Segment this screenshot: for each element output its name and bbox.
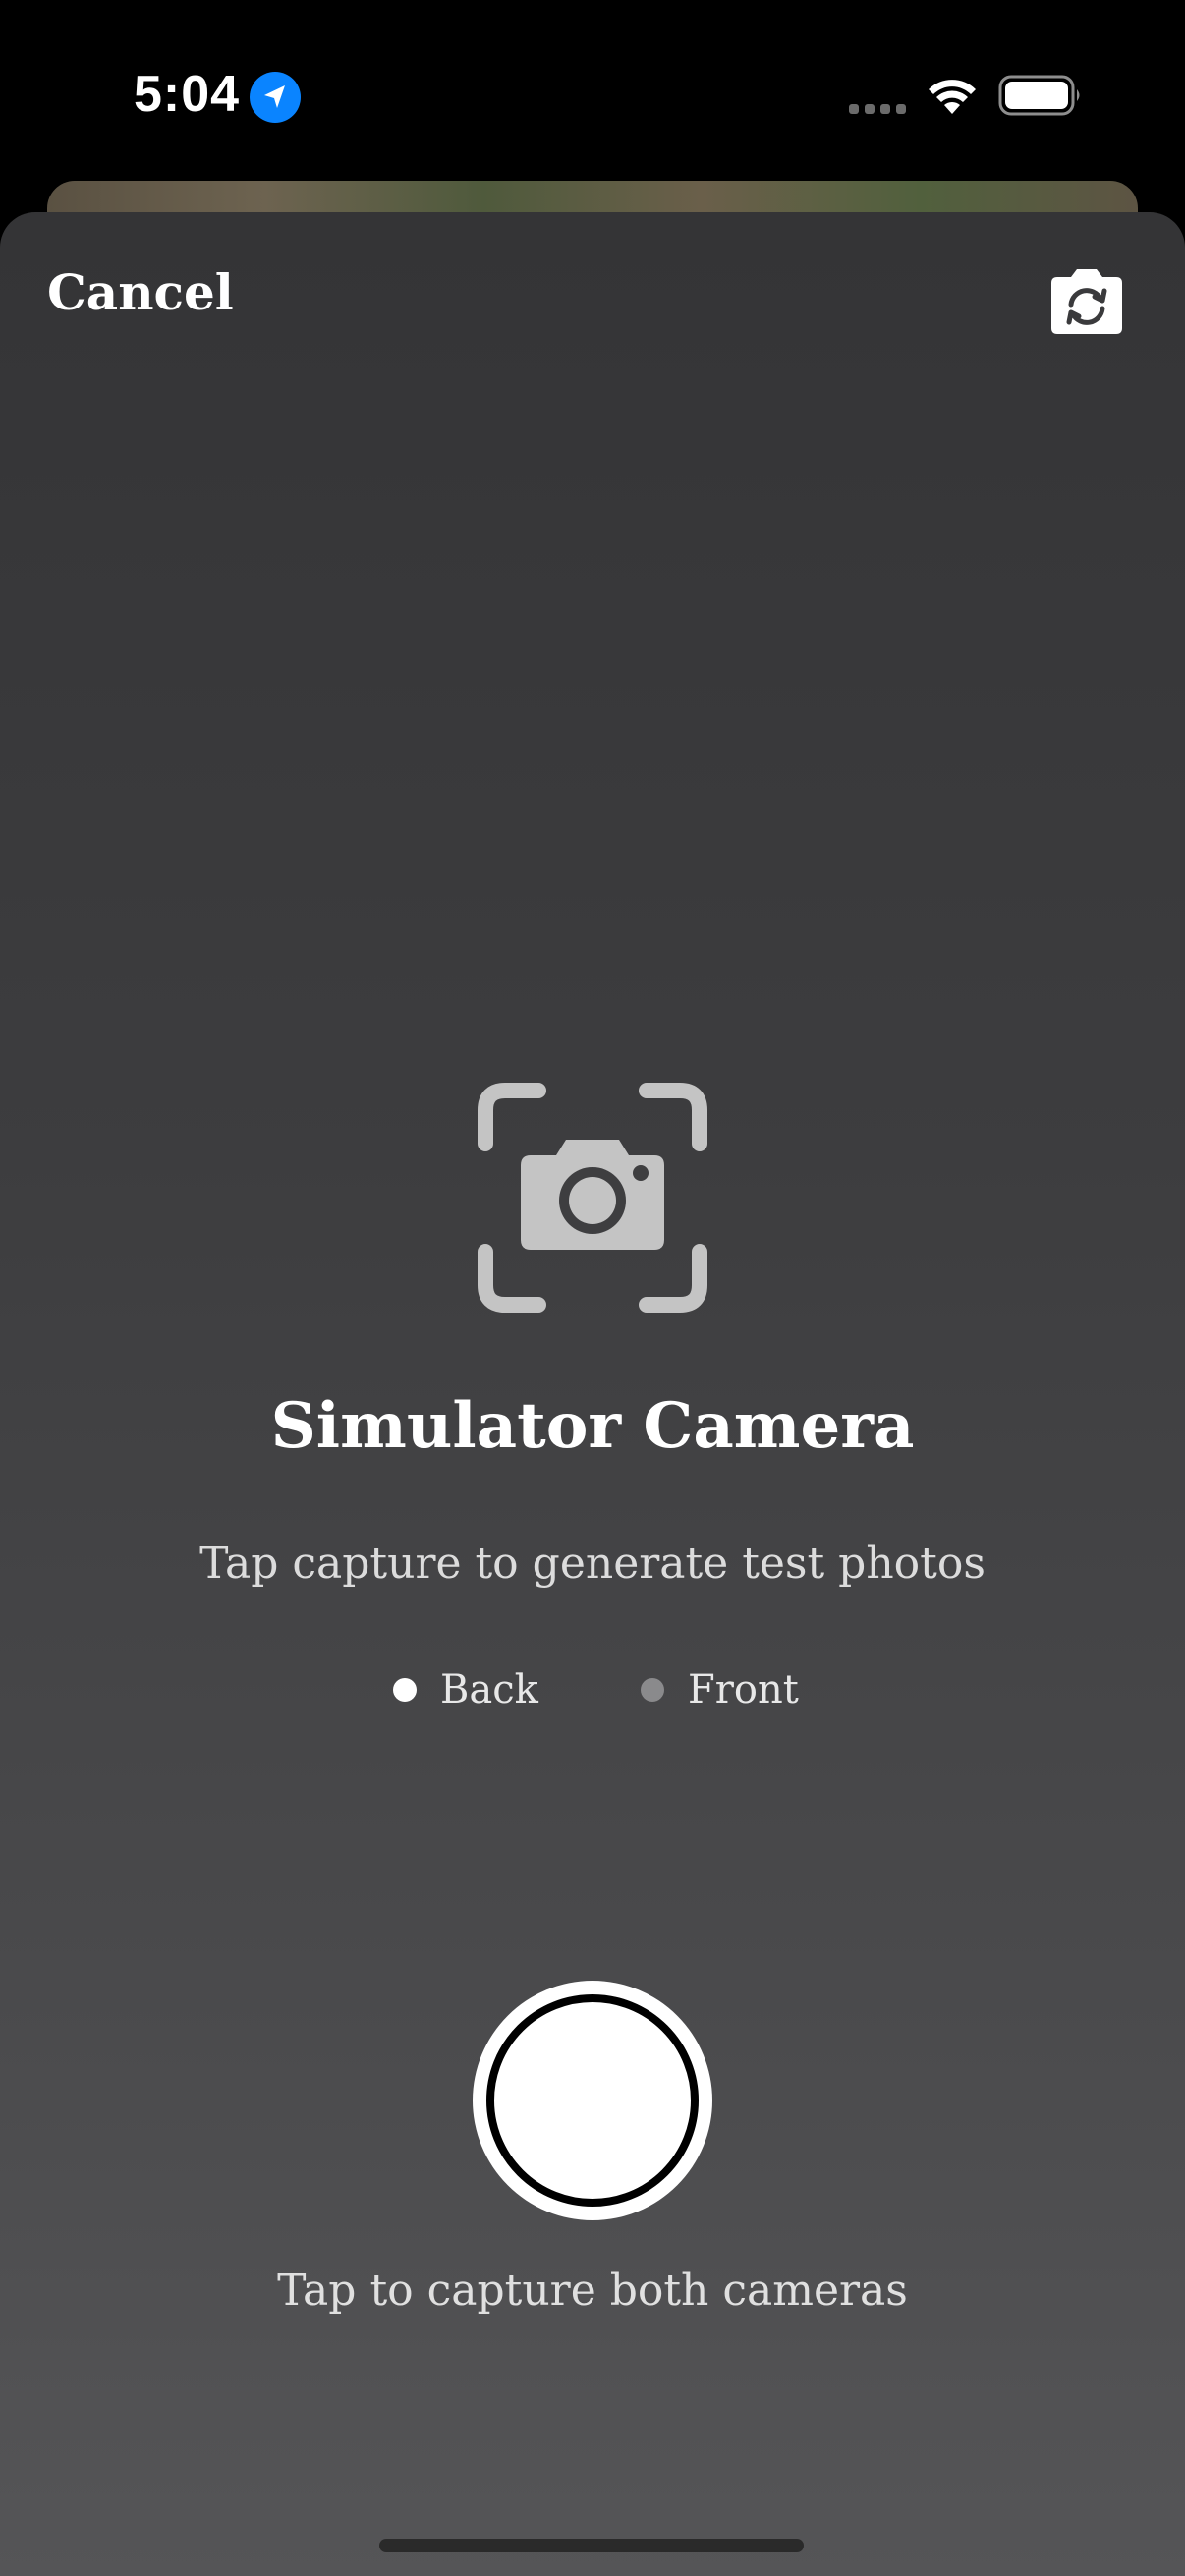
status-bar: 5:04 xyxy=(0,0,1185,187)
camera-indicator-front: Front xyxy=(641,1660,799,1719)
active-dot-icon xyxy=(393,1678,417,1702)
capture-hint: Tap to capture both cameras xyxy=(277,2266,908,2316)
camera-sheet: Cancel Simulator Camera Tap capture to g… xyxy=(0,212,1185,2576)
page-title: Simulator Camera xyxy=(270,1389,915,1463)
camera-indicator-label: Front xyxy=(688,1667,799,1712)
inactive-dot-icon xyxy=(641,1678,664,1702)
wifi-icon xyxy=(929,80,976,114)
camera-indicator-label: Back xyxy=(440,1667,538,1712)
cancel-button[interactable]: Cancel xyxy=(47,263,234,321)
camera-indicator-back: Back xyxy=(393,1660,538,1719)
screen: 5:04 Cancel Simulator Camera Tap capture… xyxy=(0,0,1185,2576)
battery-icon xyxy=(998,75,1080,116)
location-arrow-icon xyxy=(250,72,301,123)
status-time: 5:04 xyxy=(134,66,241,123)
camera-viewfinder-icon xyxy=(478,1083,707,1313)
subtitle: Tap capture to generate test photos xyxy=(199,1539,986,1589)
shutter-ring xyxy=(486,1994,699,2207)
home-indicator xyxy=(379,2539,804,2552)
cellular-signal-icon xyxy=(849,104,906,114)
shutter-button[interactable] xyxy=(473,1981,712,2220)
camera-indicators: Back Front xyxy=(0,1660,1185,1719)
camera-rotate-icon[interactable] xyxy=(1044,267,1130,336)
